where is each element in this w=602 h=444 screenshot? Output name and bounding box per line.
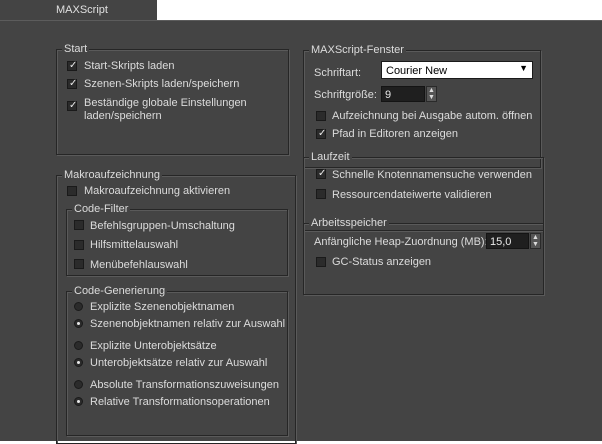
persistent-globals-checkbox[interactable]: ✓ bbox=[67, 100, 78, 111]
spinner-down-icon[interactable]: ▼ bbox=[532, 241, 539, 248]
show-gc-status-label: GC-Status anzeigen bbox=[332, 256, 432, 268]
relative-transform-operations-label: Relative Transformationsoperationen bbox=[90, 396, 270, 408]
enable-macro-recorder-checkbox[interactable] bbox=[67, 186, 77, 196]
explicit-scene-object-names-radio[interactable] bbox=[74, 302, 83, 311]
font-label: Schriftart: bbox=[314, 67, 362, 79]
explicit-subobject-sets-radio[interactable] bbox=[74, 341, 83, 350]
initial-heap-input[interactable]: 15,0 bbox=[486, 233, 529, 249]
check-icon: ✓ bbox=[318, 168, 327, 179]
group-title-memory: Arbeitsspeicher bbox=[309, 217, 389, 230]
validate-resource-values-label: Ressourcendateiwerte validieren bbox=[332, 189, 492, 201]
check-icon: ✓ bbox=[69, 100, 78, 111]
enable-macro-recorder-label: Makroaufzeichnung aktivieren bbox=[84, 185, 231, 197]
scene-scripts-label: Szenen-Skripts laden/speichern bbox=[84, 78, 240, 90]
group-title-code-filter: Code-Filter bbox=[72, 203, 131, 216]
relative-transform-operations-radio[interactable] bbox=[74, 397, 83, 406]
font-size-value: 9 bbox=[385, 89, 392, 101]
group-title-editor: MAXScript-Fenster bbox=[309, 44, 406, 57]
group-title-macro: Makroaufzeichnung bbox=[62, 169, 163, 182]
command-panel-switch-label: Befehlsgruppen-Umschaltung bbox=[90, 220, 235, 232]
font-dropdown[interactable]: Courier New ▼ bbox=[381, 61, 533, 79]
load-startup-scripts-checkbox[interactable]: ✓ bbox=[67, 60, 78, 71]
group-title-code-generation: Code-Generierung bbox=[72, 285, 168, 298]
font-size-input[interactable]: 9 bbox=[381, 86, 425, 102]
show-path-in-editors-checkbox[interactable]: ✓ bbox=[316, 128, 327, 139]
spinner-up-icon[interactable]: ▲ bbox=[428, 87, 435, 94]
command-panel-switch-checkbox[interactable] bbox=[74, 220, 84, 230]
preferences-panel: Start ✓ Start-Skripts laden ✓ Szenen-Skr… bbox=[0, 20, 602, 444]
check-icon: ✓ bbox=[318, 128, 327, 139]
font-size-spinner[interactable]: ▲ ▼ bbox=[426, 86, 437, 102]
show-path-in-editors-label: Pfad in Editoren anzeigen bbox=[332, 128, 458, 140]
group-title-runtime: Laufzeit bbox=[309, 151, 352, 164]
absolute-transform-assignments-radio[interactable] bbox=[74, 380, 83, 389]
explicit-scene-object-names-label: Explizite Szenenobjektnamen bbox=[90, 301, 235, 313]
absolute-transform-assignments-label: Absolute Transformationszuweisungen bbox=[90, 379, 279, 391]
selection-relative-scene-names-label: Szenenobjektnamen relativ zur Auswahl bbox=[90, 318, 286, 330]
menu-item-selection-checkbox[interactable] bbox=[74, 259, 84, 269]
menu-item-selection-label: Menübefehlauswahl bbox=[90, 259, 188, 271]
scene-scripts-checkbox[interactable]: ✓ bbox=[67, 78, 78, 89]
check-icon: ✓ bbox=[69, 78, 78, 89]
tool-selection-label: Hilfsmittelauswahl bbox=[90, 239, 179, 251]
check-icon: ✓ bbox=[69, 60, 78, 71]
radio-dot-icon bbox=[77, 400, 80, 403]
auto-open-listener-label: Aufzeichnung bei Ausgabe autom. öffnen bbox=[332, 110, 533, 122]
font-size-label: Schriftgröße: bbox=[314, 89, 377, 101]
persistent-globals-label-line2: laden/speichern bbox=[84, 110, 162, 122]
fast-node-name-lookup-label: Schnelle Knotennamensuche verwenden bbox=[332, 169, 532, 181]
explicit-subobject-sets-label: Explizite Unterobjektsätze bbox=[90, 340, 217, 352]
radio-dot-icon bbox=[77, 361, 80, 364]
tab-maxscript[interactable]: MAXScript bbox=[0, 0, 157, 21]
fast-node-name-lookup-checkbox[interactable]: ✓ bbox=[316, 168, 327, 179]
tool-selection-checkbox[interactable] bbox=[74, 240, 84, 250]
initial-heap-spinner[interactable]: ▲ ▼ bbox=[530, 233, 541, 249]
spinner-down-icon[interactable]: ▼ bbox=[428, 94, 435, 101]
radio-dot-icon bbox=[77, 322, 80, 325]
initial-heap-label: Anfängliche Heap-Zuordnung (MB): bbox=[314, 236, 488, 248]
spinner-up-icon[interactable]: ▲ bbox=[532, 234, 539, 241]
selection-relative-scene-names-radio[interactable] bbox=[74, 319, 83, 328]
font-dropdown-value: Courier New bbox=[386, 65, 448, 77]
selection-relative-subobject-sets-radio[interactable] bbox=[74, 358, 83, 367]
initial-heap-value: 15,0 bbox=[490, 236, 512, 248]
chevron-down-icon: ▼ bbox=[519, 63, 528, 73]
auto-open-listener-checkbox[interactable] bbox=[316, 111, 326, 121]
validate-resource-values-checkbox[interactable] bbox=[316, 189, 326, 199]
persistent-globals-label: Beständige globale Einstellungen bbox=[84, 97, 247, 109]
group-title-start: Start bbox=[62, 43, 90, 56]
show-gc-status-checkbox[interactable] bbox=[316, 257, 326, 267]
selection-relative-subobject-sets-label: Unterobjektsätze relativ zur Auswahl bbox=[90, 357, 268, 369]
load-startup-scripts-label: Start-Skripts laden bbox=[84, 60, 175, 72]
tab-label: MAXScript bbox=[56, 4, 108, 16]
